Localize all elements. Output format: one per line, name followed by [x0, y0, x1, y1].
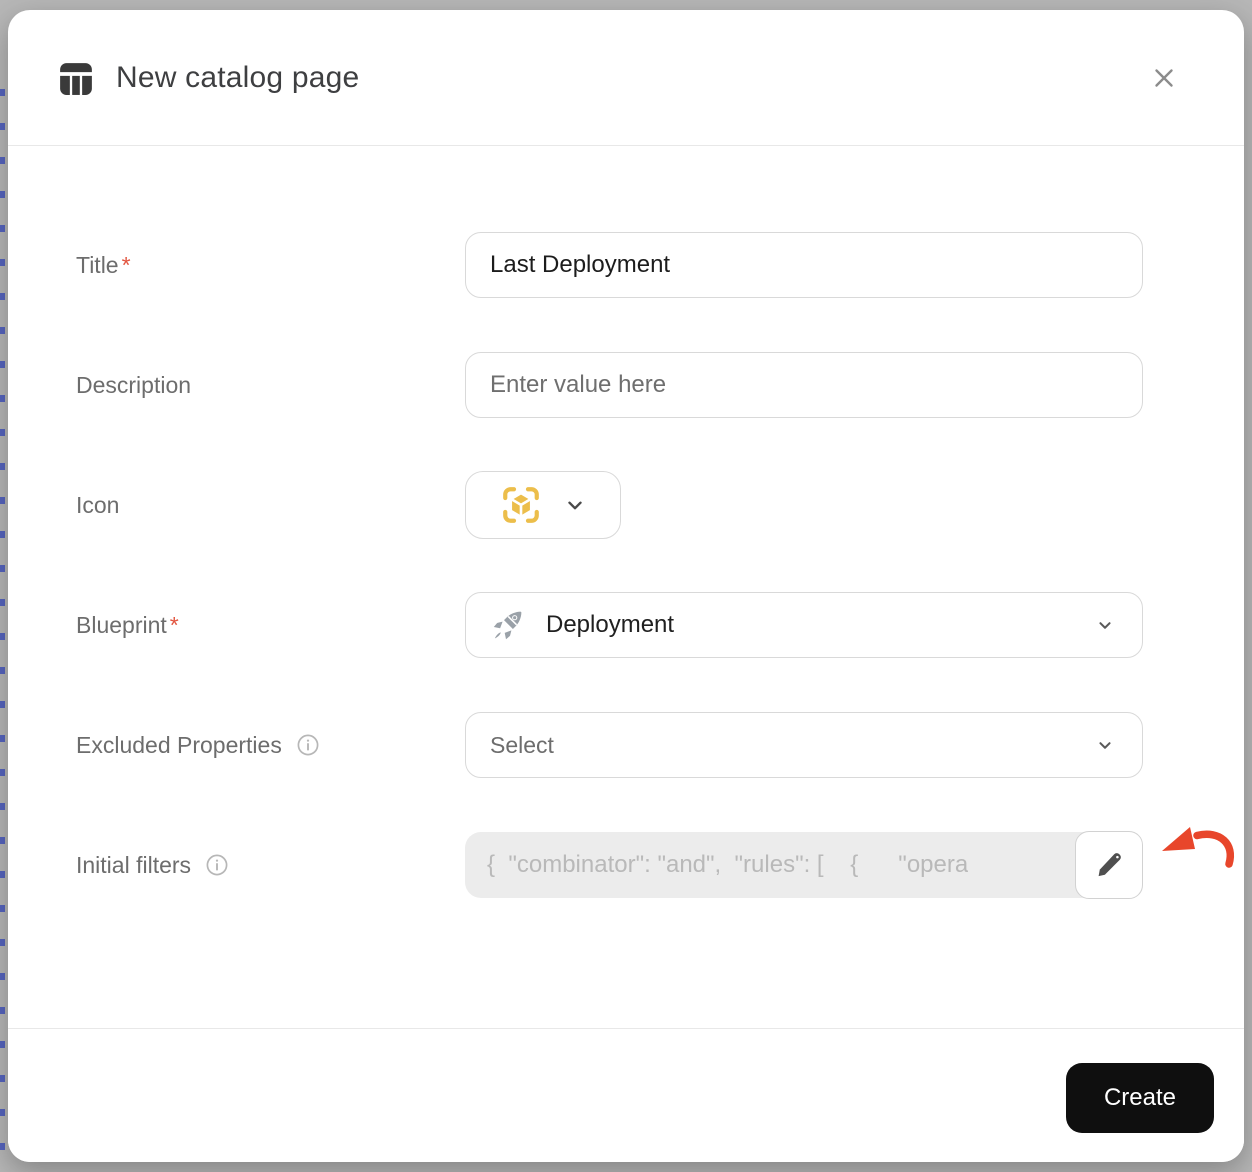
- close-icon: [1148, 62, 1180, 94]
- description-label: Description: [76, 371, 192, 398]
- description-input[interactable]: [465, 352, 1143, 418]
- excluded-properties-field-row: Excluded Properties Select: [76, 712, 1143, 778]
- blueprint-control: Deployment: [465, 592, 1143, 658]
- chevron-down-icon: [1094, 614, 1116, 636]
- excluded-properties-control: Select: [465, 712, 1143, 778]
- create-button[interactable]: Create: [1066, 1063, 1214, 1133]
- initial-filters-json-preview: { "combinator": "and", "rules": [ { "ope…: [487, 851, 969, 878]
- title-control: [465, 232, 1143, 298]
- annotation-arrow-icon: [1156, 822, 1238, 870]
- excluded-properties-label: Excluded Properties: [76, 712, 320, 778]
- info-icon[interactable]: [296, 733, 320, 757]
- excluded-properties-select[interactable]: Select: [465, 712, 1143, 778]
- modal-header: New catalog page: [8, 10, 1244, 146]
- background-page-dashes: [0, 62, 5, 1166]
- catalog-table-icon: [58, 61, 94, 95]
- description-control: [465, 352, 1143, 418]
- new-catalog-page-modal: New catalog page Title* Description: [8, 10, 1244, 1162]
- initial-filters-input-disabled: { "combinator": "and", "rules": [ { "ope…: [465, 832, 1143, 898]
- required-asterisk: *: [121, 251, 131, 278]
- initial-filters-field-row: Initial filters { "combinator": "and", "…: [76, 831, 1143, 899]
- icon-select-button[interactable]: [465, 471, 621, 539]
- icon-label: Icon: [76, 491, 120, 518]
- initial-filters-control: { "combinator": "and", "rules": [ { "ope…: [465, 831, 1143, 899]
- chevron-down-icon: [1094, 734, 1116, 756]
- blueprint-label: Blueprint *: [76, 611, 179, 638]
- title-label: Title *: [76, 251, 131, 278]
- blueprint-select[interactable]: Deployment: [465, 592, 1143, 658]
- rocket-icon: [490, 607, 526, 643]
- title-field-row: Title *: [76, 232, 1143, 298]
- blueprint-selected-value: Deployment: [546, 611, 675, 638]
- chevron-down-icon: [564, 494, 586, 516]
- info-icon[interactable]: [205, 853, 229, 877]
- modal-title: New catalog page: [116, 60, 360, 94]
- pencil-icon: [1093, 849, 1125, 881]
- title-input[interactable]: [465, 232, 1143, 298]
- edit-initial-filters-button[interactable]: [1075, 831, 1143, 899]
- excluded-properties-placeholder: Select: [490, 731, 554, 758]
- description-field-row: Description: [76, 352, 1143, 418]
- modal-footer: Create: [8, 1028, 1244, 1162]
- blueprint-field-row: Blueprint * Deployment: [76, 592, 1143, 658]
- close-button[interactable]: [1142, 56, 1186, 100]
- icon-field-row: Icon: [76, 471, 1143, 539]
- modal-header-left: New catalog page: [58, 61, 359, 95]
- required-asterisk: *: [169, 611, 179, 638]
- initial-filters-label: Initial filters: [76, 832, 229, 898]
- cube-scan-icon: [500, 484, 542, 526]
